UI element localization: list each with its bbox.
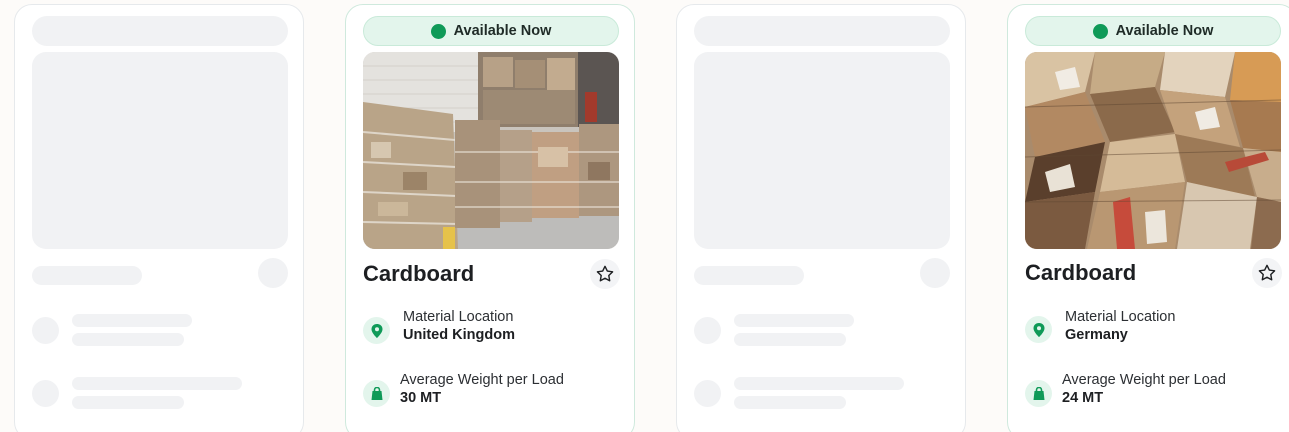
skeleton-icon: [32, 380, 59, 407]
skeleton-title: [32, 266, 142, 285]
skeleton-icon: [694, 317, 721, 344]
weight-info: Average Weight per Load 30 MT: [400, 371, 564, 408]
skeleton-title: [694, 266, 804, 285]
location-icon-wrap: [363, 317, 390, 344]
star-icon: [1258, 264, 1276, 281]
listing-image[interactable]: [1025, 52, 1281, 249]
skeleton-star: [258, 258, 288, 288]
weight-label: Average Weight per Load: [400, 372, 564, 388]
weight-icon-wrap: [1025, 380, 1052, 407]
availability-label: Available Now: [1115, 23, 1214, 39]
location-value: United Kingdom: [403, 327, 515, 343]
skeleton-badge: [32, 16, 288, 46]
listing-card[interactable]: Available Now Cardboard Material Locatio…: [1007, 4, 1289, 432]
location-icon-wrap: [1025, 316, 1052, 343]
weight-label: Average Weight per Load: [1062, 372, 1226, 388]
skeleton-star: [920, 258, 950, 288]
location-info: Material Location United Kingdom: [403, 308, 515, 345]
location-pin-icon: [1033, 322, 1044, 337]
location-info: Material Location Germany: [1065, 308, 1175, 345]
skeleton-image: [694, 52, 950, 249]
status-dot-icon: [1092, 23, 1108, 39]
skeleton-icon: [32, 317, 59, 344]
skeleton-icon: [694, 380, 721, 407]
availability-badge: Available Now: [1025, 16, 1281, 46]
skeleton-line: [72, 396, 184, 409]
availability-label: Available Now: [453, 23, 552, 39]
skeleton-line: [72, 314, 192, 327]
availability-badge: Available Now: [363, 16, 619, 46]
listing-image[interactable]: [363, 52, 619, 249]
status-dot-icon: [430, 23, 446, 39]
skeleton-badge: [694, 16, 950, 46]
location-value: Germany: [1065, 327, 1128, 343]
location-label: Material Location: [403, 309, 514, 325]
skeleton-line: [72, 377, 242, 390]
location-label: Material Location: [1065, 309, 1176, 325]
skeleton-line: [72, 333, 184, 346]
listing-card-skeleton: [14, 4, 304, 432]
weight-icon: [371, 387, 382, 400]
skeleton-line: [734, 377, 904, 390]
location-pin-icon: [371, 323, 382, 338]
weight-value: 24 MT: [1062, 390, 1104, 406]
cardboard-bales-photo: [363, 52, 619, 249]
weight-icon-wrap: [363, 380, 390, 407]
favorite-button[interactable]: [590, 259, 620, 289]
skeleton-line: [734, 396, 846, 409]
skeleton-line: [734, 333, 846, 346]
weight-value: 30 MT: [400, 390, 442, 406]
listing-card[interactable]: Available Now Cardboard Material Locatio…: [345, 4, 635, 432]
listing-title: Cardboard: [363, 261, 475, 286]
skeleton-line: [734, 314, 854, 327]
weight-info: Average Weight per Load 24 MT: [1062, 371, 1226, 408]
cardboard-pile-photo: [1025, 52, 1281, 249]
favorite-button[interactable]: [1252, 258, 1282, 288]
listing-card-skeleton: [676, 4, 966, 432]
listing-title: Cardboard: [1025, 260, 1137, 285]
weight-icon: [1033, 387, 1044, 400]
skeleton-image: [32, 52, 288, 249]
star-icon: [596, 265, 614, 282]
